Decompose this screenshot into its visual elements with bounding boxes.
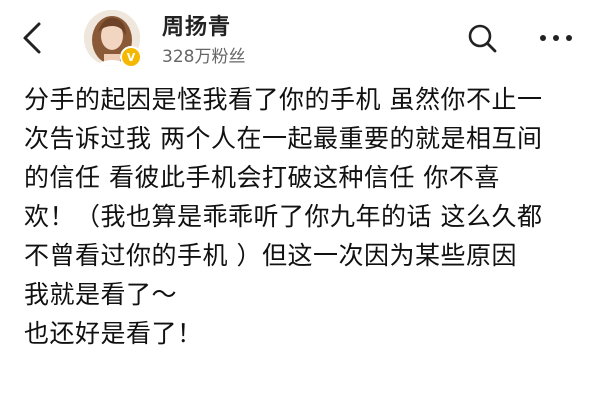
search-icon [468,24,497,53]
top-bar: V 周扬青 328万粉丝 [0,0,600,74]
user-name[interactable]: 周扬青 [162,14,245,42]
more-button[interactable] [534,20,578,56]
user-info[interactable]: 周扬青 328万粉丝 [162,14,245,68]
more-horizontal-icon [540,35,572,41]
post-line: 我就是看了～ [24,280,178,309]
weibo-post-page: V 周扬青 328万粉丝 分手的起因是怪我看了你的手机 虽然你不止一 次告诉过我… [0,0,600,402]
search-button[interactable] [464,20,500,56]
post-line: 的信任 看彼此手机会打破这种信任 你不喜 [24,163,500,192]
post-line: 分手的起因是怪我看了你的手机 虽然你不止一 [24,85,543,114]
follower-count: 328万粉丝 [162,47,246,67]
post-line: 不曾看过你的手机 ）但这一次因为某些原因 [24,241,517,270]
post-line: 也还好是看了！ [24,319,203,348]
post-line: 次告诉过我 两个人在一起最重要的就是相互间 [24,124,543,153]
chevron-left-icon [23,22,41,54]
back-button[interactable] [14,20,50,56]
post-line: 欢！（我也算是乖乖听了你九年的话 这么久都 [24,202,543,231]
avatar-container[interactable]: V [84,10,142,68]
verified-badge: V [120,46,142,68]
post-body: 分手的起因是怪我看了你的手机 虽然你不止一 次告诉过我 两个人在一起最重要的就是… [24,80,584,353]
